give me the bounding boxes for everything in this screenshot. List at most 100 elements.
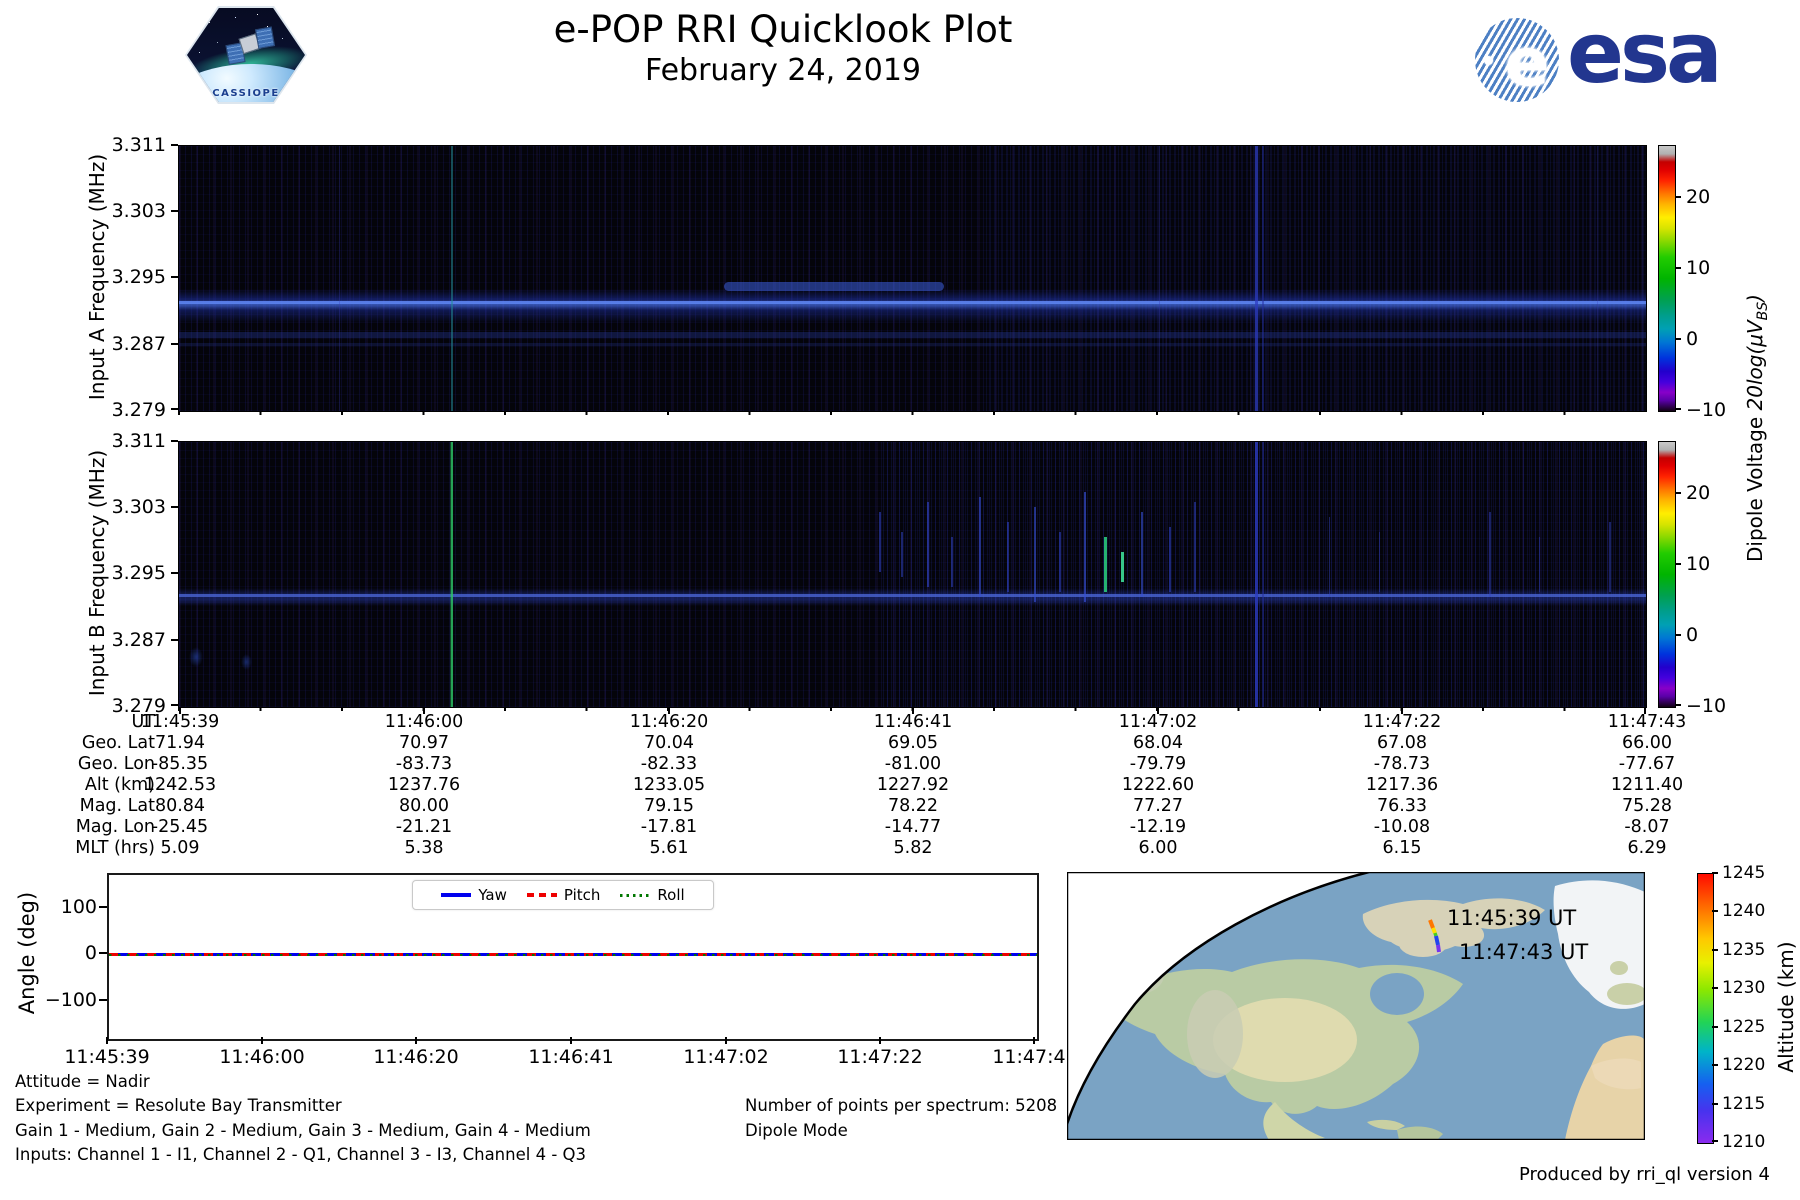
cell: 75.28 (1621, 796, 1673, 816)
noise-texture (985, 146, 1646, 411)
emission-band-core (179, 301, 1646, 304)
hudson-bay (1370, 973, 1424, 1015)
cell: 80.00 (398, 796, 450, 816)
cell: 11:45:39 (140, 712, 220, 732)
panel-a-ytick: 3.311 (111, 134, 166, 156)
tick-mark (171, 440, 178, 442)
impulse-streak (1379, 532, 1380, 592)
tick-mark (1712, 910, 1718, 912)
impulse-streak (901, 532, 903, 577)
colorbar-label-math: 20log(μV (1743, 320, 1767, 411)
altitude-tick: 1235 (1722, 940, 1766, 960)
cell: 11:46:20 (629, 712, 709, 732)
panel-a-ytick: 3.287 (111, 333, 166, 355)
cell: 5.09 (160, 838, 200, 858)
tick-mark (99, 999, 107, 1001)
interference-line (451, 146, 453, 411)
track-segment (1431, 927, 1437, 934)
tick-mark (1712, 1064, 1718, 1066)
cell: -21.21 (395, 817, 453, 837)
cell: 1242.53 (143, 775, 217, 795)
tick-mark (171, 343, 178, 345)
legend-label: Roll (657, 886, 685, 904)
secondary-band (179, 332, 1646, 338)
table-row: Geo. Lon -85.35 -83.73 -82.33 -81.00 -79… (0, 754, 1800, 775)
altitude-tick: 1230 (1722, 978, 1766, 998)
tick-mark (1712, 1103, 1718, 1105)
spectrogram-b-canvas (178, 441, 1647, 708)
table-row: Geo. Lat 71.94 70.97 70.04 69.05 68.04 6… (0, 733, 1800, 754)
tick-mark (1675, 267, 1681, 269)
colorbar-a (1658, 145, 1676, 412)
interference-line (1262, 442, 1264, 707)
impulse-streak (979, 497, 981, 597)
tick-mark (1712, 872, 1718, 874)
interference-line (1159, 146, 1160, 411)
experiment-note: Experiment = Resolute Bay Transmitter (15, 1096, 342, 1115)
colorbar-b (1658, 441, 1676, 708)
cell: -25.45 (151, 817, 209, 837)
tick-mark (1712, 987, 1718, 989)
secondary-band (179, 343, 1646, 346)
table-row: MLT (hrs) 5.09 5.38 5.61 5.82 6.00 6.15 … (0, 838, 1800, 859)
low-frequency-blob (241, 654, 252, 670)
tick-mark (1675, 408, 1681, 410)
tick-mark (261, 1037, 263, 1044)
cell: 6.00 (1138, 838, 1178, 858)
cell: 1222.60 (1121, 775, 1195, 795)
roll-line (109, 953, 1037, 956)
cassiope-patch-art: CASSIOPE (187, 8, 305, 102)
cell: -81.00 (884, 754, 942, 774)
track-segment-high-alt (1428, 919, 1435, 929)
angle-xtick: 11:46:00 (219, 1046, 305, 1068)
legend-label: Pitch (563, 886, 601, 904)
stars-decoration (187, 8, 188, 9)
track-start-label: 11:45:39 UT (1447, 906, 1576, 930)
cell: -85.35 (151, 754, 209, 774)
cell: 79.15 (643, 796, 695, 816)
roll-line-sample (620, 893, 651, 897)
cell: 5.82 (893, 838, 933, 858)
tick-mark (1712, 1140, 1718, 1142)
legend-item-roll: Roll (620, 886, 685, 904)
altitude-tick: 1215 (1722, 1094, 1766, 1114)
tick-mark (1675, 704, 1681, 706)
tick-mark (171, 210, 178, 212)
cell: 68.04 (1132, 733, 1184, 753)
tick-mark (171, 276, 178, 278)
cell: -83.73 (395, 754, 453, 774)
tick-mark (106, 1037, 108, 1044)
impulse-streak (1194, 502, 1196, 592)
colorbar-b-tick: 10 (1686, 553, 1711, 575)
rocky-mountains (1187, 990, 1243, 1078)
cell: 11:46:00 (384, 712, 464, 732)
interference-line (1262, 146, 1264, 411)
tick-mark (99, 952, 107, 954)
emission-band-bump (724, 282, 944, 291)
impulse-streak (1084, 492, 1086, 602)
green-impulse-streak (1104, 537, 1107, 592)
panel-b-ytick: 3.303 (111, 496, 166, 518)
cell: -78.73 (1373, 754, 1431, 774)
impulse-streak (951, 537, 953, 587)
table-row: Alt (km) 1242.53 1237.76 1233.05 1227.92… (0, 775, 1800, 796)
angle-xtick: 11:47:02 (683, 1046, 769, 1068)
track-end-label: 11:47:43 UT (1459, 940, 1588, 964)
x-axis-minor-ticks (178, 411, 1645, 415)
plot-date: February 24, 2019 (644, 53, 922, 88)
colorbar-b-tick: 0 (1686, 624, 1699, 646)
cell: 5.38 (404, 838, 444, 858)
colorbar-b-tick: 20 (1686, 482, 1711, 504)
panel-a-ytick: 3.279 (111, 399, 166, 421)
interference-line (1255, 442, 1258, 707)
colorbar-label-text: Dipole Voltage (1743, 410, 1767, 562)
cell: 77.27 (1132, 796, 1184, 816)
colorbar-a-tick: 10 (1686, 257, 1711, 279)
cell: 6.29 (1627, 838, 1667, 858)
impulse-streak (1059, 532, 1061, 592)
impulse-streak (1609, 522, 1611, 592)
tick-mark (1712, 949, 1718, 951)
page-title: e-POP RRI Quicklook Plot (553, 8, 1013, 51)
tick-mark (171, 572, 178, 574)
quicklook-figure: CASSIOPE e-POP RRI Quicklook Plot Februa… (0, 0, 1800, 1200)
